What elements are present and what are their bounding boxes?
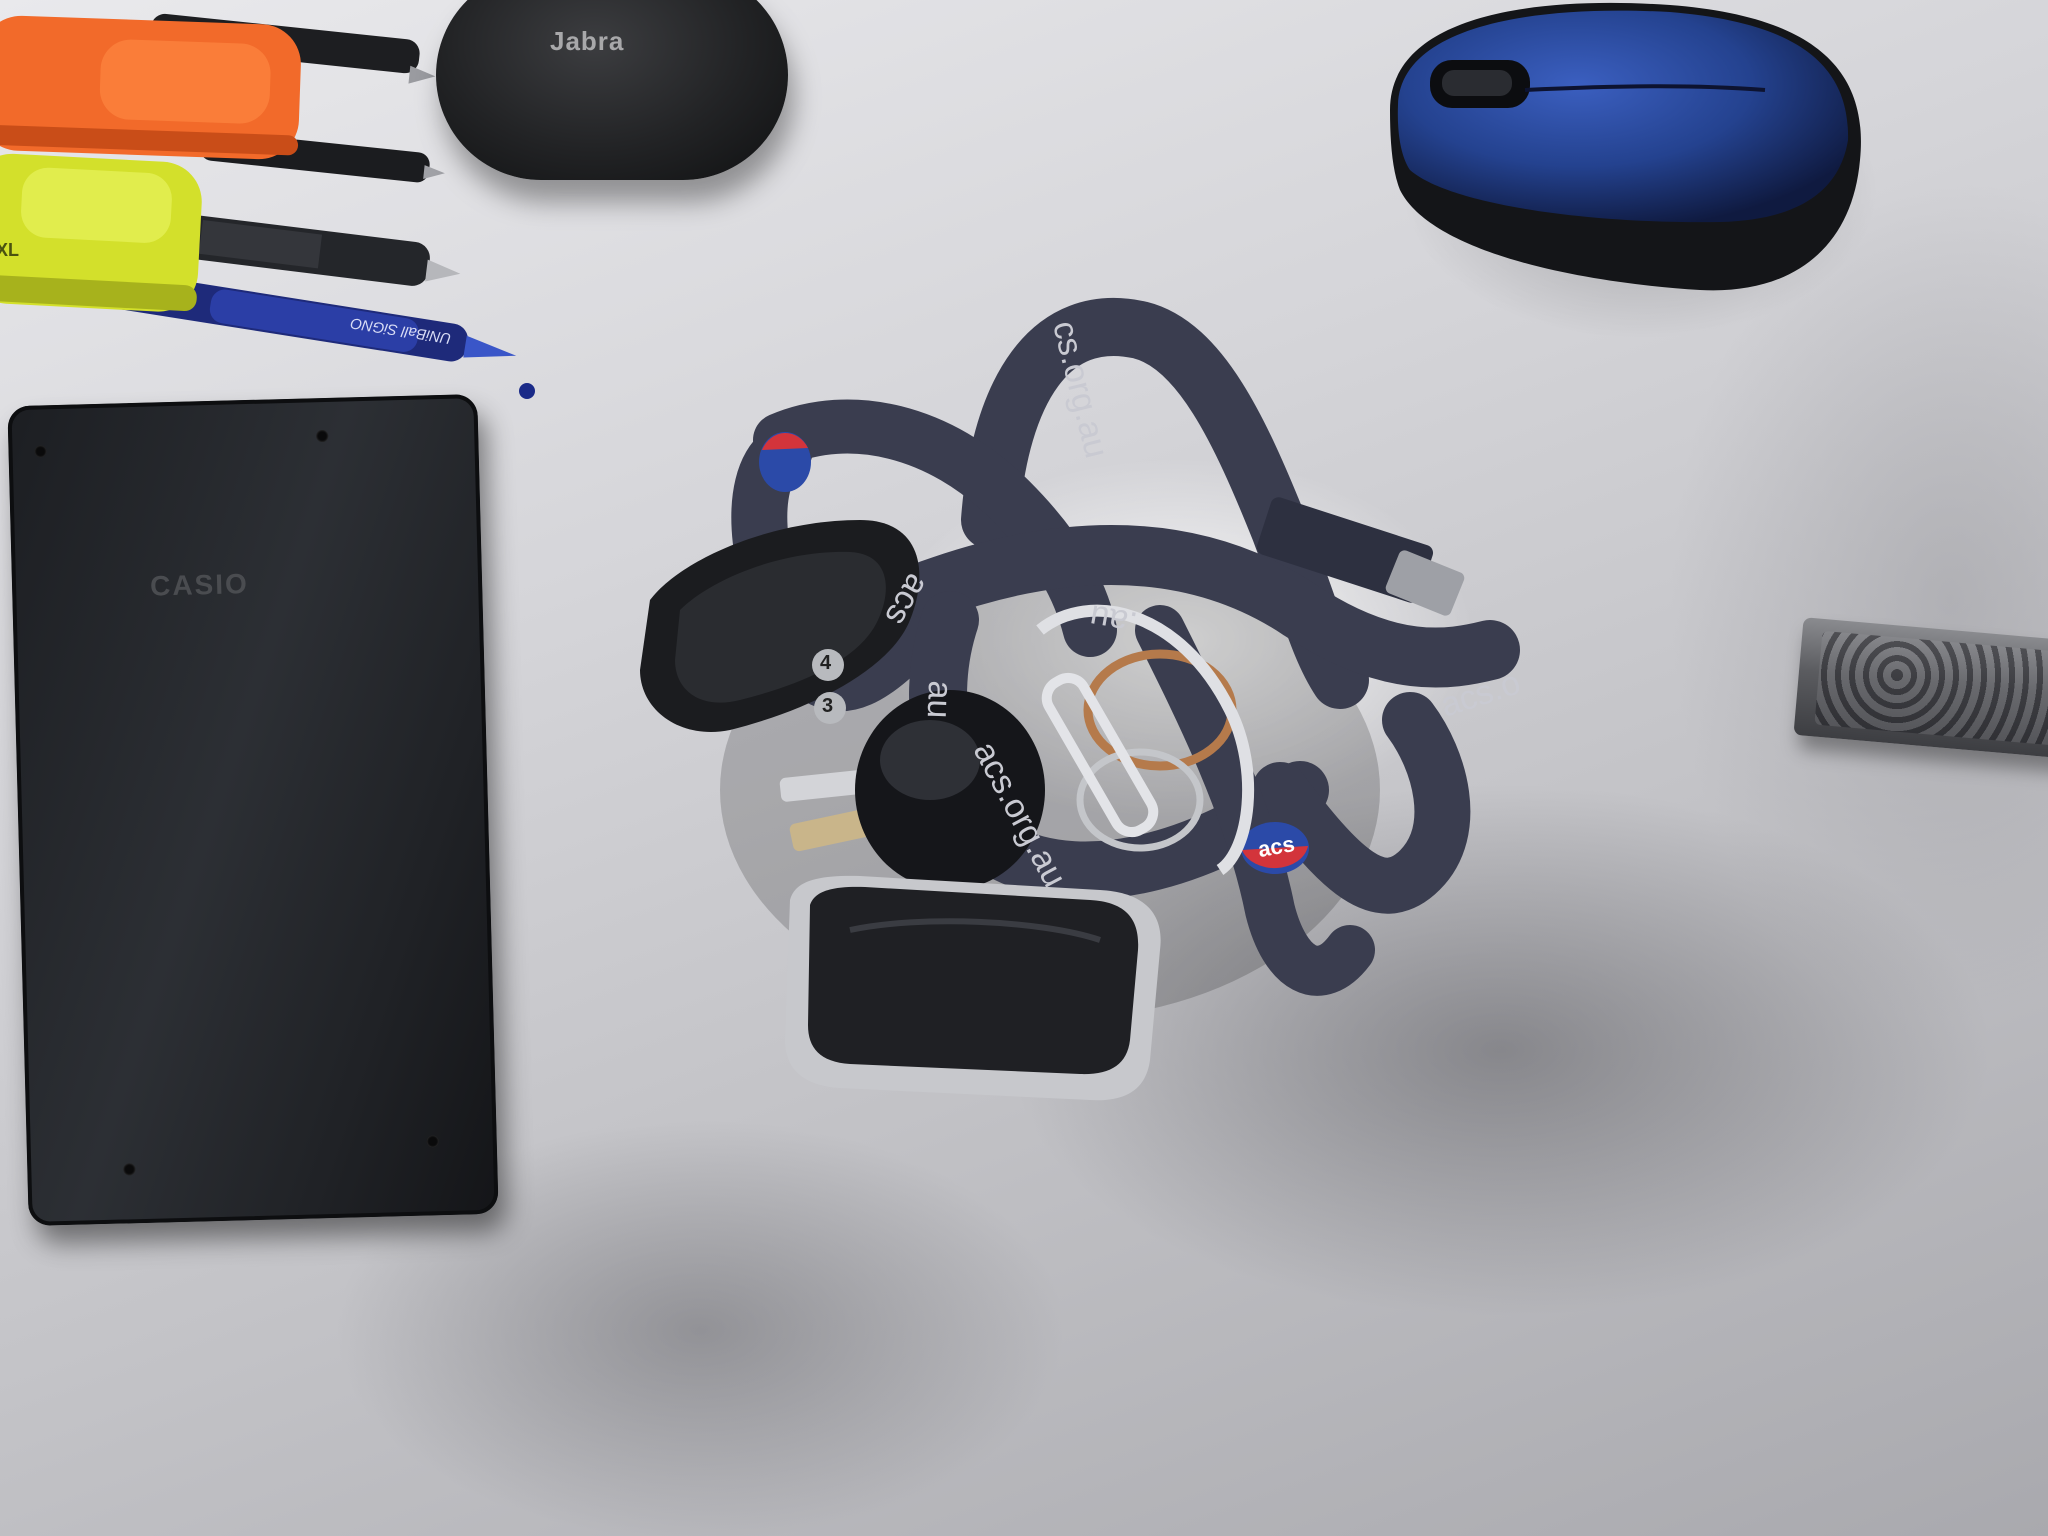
key-fob-button: [812, 649, 844, 681]
calculator-screw: [123, 1163, 136, 1176]
earbuds-brand-label: Jabra: [550, 26, 625, 56]
earbuds-case: Jabra: [436, 0, 788, 180]
yellow-highlighter: [0, 153, 202, 312]
key-fob-button: [814, 692, 846, 724]
computer-mouse: [1390, 2, 1861, 291]
calculator-screw: [34, 445, 47, 458]
keys-and-lanyard: [640, 297, 1520, 1101]
carbon-pen: [180, 215, 461, 286]
calculator-brand-label: CASIO: [149, 568, 250, 602]
metal-bar: [1793, 617, 2048, 761]
round-key-fob: [855, 690, 1045, 890]
calculator-screw: [316, 429, 329, 443]
desk-photo: XL UNiBall SiGNO Jabra CASIO cs.org.au a…: [0, 0, 2048, 1536]
acs-logo: [1241, 822, 1309, 874]
orange-highlighter: [0, 15, 301, 160]
acs-logo: [759, 432, 811, 492]
car-key-fob-large: [785, 875, 1161, 1101]
calculator: CASIO: [7, 393, 499, 1227]
calculator-screw: [426, 1135, 439, 1148]
